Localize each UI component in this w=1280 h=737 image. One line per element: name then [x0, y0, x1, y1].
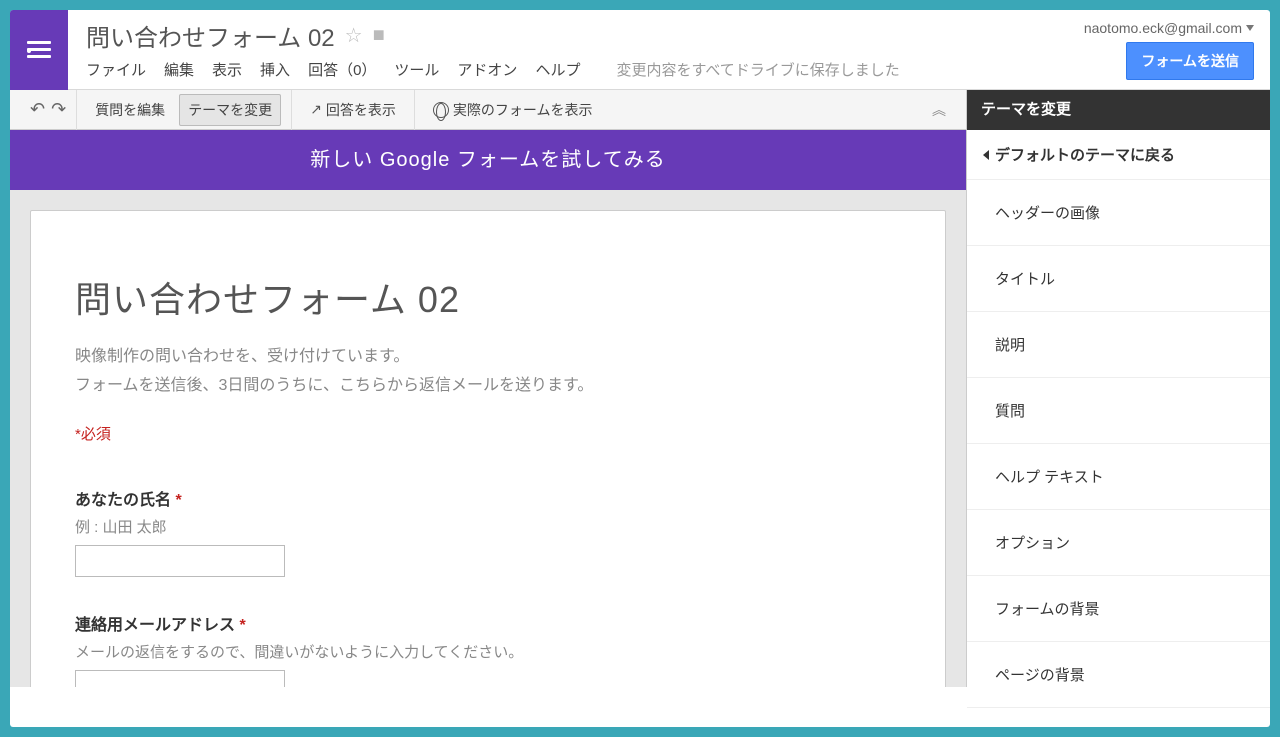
change-theme-button[interactable]: テーマを変更	[179, 94, 281, 126]
field-name-hint: 例 : 山田 太郎	[75, 516, 901, 537]
hamburger-button[interactable]	[10, 10, 68, 90]
required-asterisk: *	[175, 492, 181, 509]
menu-addons[interactable]: アドオン	[457, 59, 517, 80]
star-icon[interactable]: ☆	[345, 23, 363, 48]
name-input[interactable]	[75, 545, 285, 577]
save-status: 変更内容をすべてドライブに保存しました	[616, 59, 899, 80]
form-desc-line2: フォームを送信後、3日間のうちに、こちらから返信メールを送ります。	[75, 377, 593, 394]
menu-help[interactable]: ヘルプ	[535, 59, 580, 80]
required-asterisk: *	[239, 617, 245, 634]
collapse-icon[interactable]: ︽	[932, 100, 956, 120]
globe-icon	[433, 102, 449, 118]
form-preview: 問い合わせフォーム 02 映像制作の問い合わせを、受け付けています。 フォームを…	[30, 210, 946, 687]
list-icon	[27, 41, 51, 59]
form-desc-line1: 映像制作の問い合わせを、受け付けています。	[75, 348, 409, 365]
view-live-label: 実際のフォームを表示	[453, 100, 593, 120]
sidebar-back-label: デフォルトのテーマに戻る	[995, 144, 1175, 165]
try-new-forms-banner[interactable]: 新しい Google フォームを試してみる	[10, 130, 966, 190]
menu-edit[interactable]: 編集	[164, 59, 194, 80]
theme-sidebar: テーマを変更 デフォルトのテーマに戻る ヘッダーの画像 タイトル 説明 質問 ヘ…	[966, 90, 1270, 687]
field-name: あなたの氏名 * 例 : 山田 太郎	[75, 486, 901, 577]
sidebar-item-page-bg[interactable]: ページの背景	[967, 642, 1270, 708]
sidebar-item-option[interactable]: オプション	[967, 510, 1270, 576]
sidebar-item-question[interactable]: 質問	[967, 378, 1270, 444]
send-form-button[interactable]: フォームを送信	[1126, 42, 1254, 80]
email-input[interactable]	[75, 670, 285, 687]
field-email-hint: メールの返信をするので、間違いがないように入力してください。	[75, 641, 901, 662]
field-name-label: あなたの氏名	[75, 492, 171, 509]
document-title[interactable]: 問い合わせフォーム 02	[86, 18, 335, 53]
view-responses-button[interactable]: ↗ 回答を表示	[302, 95, 404, 125]
sidebar-item-title[interactable]: タイトル	[967, 246, 1270, 312]
external-icon: ↗	[310, 101, 322, 118]
field-email-label: 連絡用メールアドレス	[75, 617, 235, 634]
sidebar-item-help-text[interactable]: ヘルプ テキスト	[967, 444, 1270, 510]
redo-button[interactable]: ↷	[51, 99, 66, 120]
folder-icon[interactable]: ■	[373, 24, 385, 47]
menu-insert[interactable]: 挿入	[260, 59, 290, 80]
user-email[interactable]: naotomo.eck@gmail.com	[1084, 20, 1242, 36]
view-responses-label: 回答を表示	[326, 100, 396, 120]
menu-view[interactable]: 表示	[212, 59, 242, 80]
edit-questions-button[interactable]: 質問を編集	[87, 95, 173, 125]
required-note: *必須	[75, 423, 901, 444]
menu-tools[interactable]: ツール	[394, 59, 439, 80]
sidebar-item-header-image[interactable]: ヘッダーの画像	[967, 180, 1270, 246]
sidebar-back[interactable]: デフォルトのテーマに戻る	[967, 130, 1270, 180]
chevron-left-icon	[983, 150, 989, 160]
view-live-form-button[interactable]: 実際のフォームを表示	[425, 95, 601, 125]
sidebar-item-form-bg[interactable]: フォームの背景	[967, 576, 1270, 642]
toolbar: ↶ ↷ 質問を編集 テーマを変更 ↗ 回答を表示 実際のフォームを表	[10, 90, 966, 130]
form-title: 問い合わせフォーム 02	[75, 271, 901, 323]
menu-file[interactable]: ファイル	[86, 59, 146, 80]
sidebar-title: テーマを変更	[967, 90, 1270, 130]
undo-button[interactable]: ↶	[30, 99, 45, 120]
sidebar-item-description[interactable]: 説明	[967, 312, 1270, 378]
chevron-down-icon[interactable]	[1246, 25, 1254, 31]
form-description: 映像制作の問い合わせを、受け付けています。 フォームを送信後、3日間のうちに、こ…	[75, 343, 901, 401]
field-email: 連絡用メールアドレス * メールの返信をするので、間違いがないように入力してくだ…	[75, 611, 901, 687]
menu-responses[interactable]: 回答（0）	[308, 59, 376, 80]
